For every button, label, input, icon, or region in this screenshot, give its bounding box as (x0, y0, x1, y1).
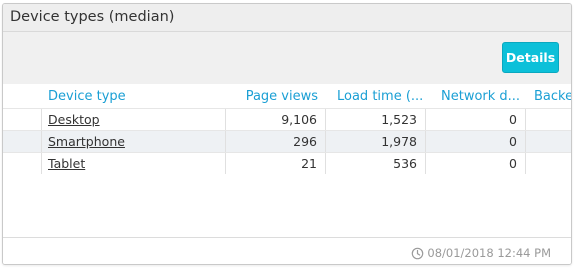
row-spacer (3, 153, 41, 174)
clock-icon (412, 247, 424, 259)
network-cell: 0 (425, 153, 525, 174)
panel-title: Device types (median) (10, 9, 175, 25)
device-link[interactable]: Smartphone (41, 131, 225, 152)
load-time-cell: 1,523 (325, 109, 425, 130)
load-time-cell: 1,978 (325, 131, 425, 152)
device-link[interactable]: Desktop (41, 109, 225, 130)
timestamp-text: 08/01/2018 12:44 PM (427, 246, 551, 260)
page-views-cell: 9,106 (225, 109, 325, 130)
row-spacer (3, 109, 41, 130)
load-time-cell: 536 (325, 153, 425, 174)
table-header: Device type Page views Load time (... Ne… (3, 84, 571, 108)
table-row[interactable]: Smartphone 296 1,978 0 (3, 130, 571, 152)
backend-cell (525, 131, 571, 152)
column-header-backend[interactable]: Backen (534, 89, 571, 104)
network-cell: 0 (425, 109, 525, 130)
table-row[interactable]: Desktop 9,106 1,523 0 (3, 108, 571, 130)
page-views-cell: 296 (225, 131, 325, 152)
device-table: Device type Page views Load time (... Ne… (3, 84, 571, 174)
backend-cell (525, 109, 571, 130)
backend-cell (525, 153, 571, 174)
column-header-network[interactable]: Network d... (441, 89, 523, 104)
network-cell: 0 (425, 131, 525, 152)
panel-footer: 08/01/2018 12:44 PM (3, 237, 571, 264)
device-types-panel: Device types (median) Details Device typ… (2, 3, 572, 265)
page-views-cell: 21 (225, 153, 325, 174)
column-header-load-time[interactable]: Load time (... (337, 89, 427, 104)
row-spacer (3, 131, 41, 152)
table-row[interactable]: Tablet 21 536 0 (3, 152, 571, 174)
column-header-page-views[interactable]: Page views (225, 89, 318, 104)
panel-header: Device types (median) (3, 4, 571, 32)
column-header-device-type[interactable]: Device type (48, 89, 218, 104)
last-updated: 08/01/2018 12:44 PM (411, 246, 551, 260)
device-link[interactable]: Tablet (41, 153, 225, 174)
details-button[interactable]: Details (502, 42, 559, 73)
panel-toolbar: Details (3, 32, 571, 84)
